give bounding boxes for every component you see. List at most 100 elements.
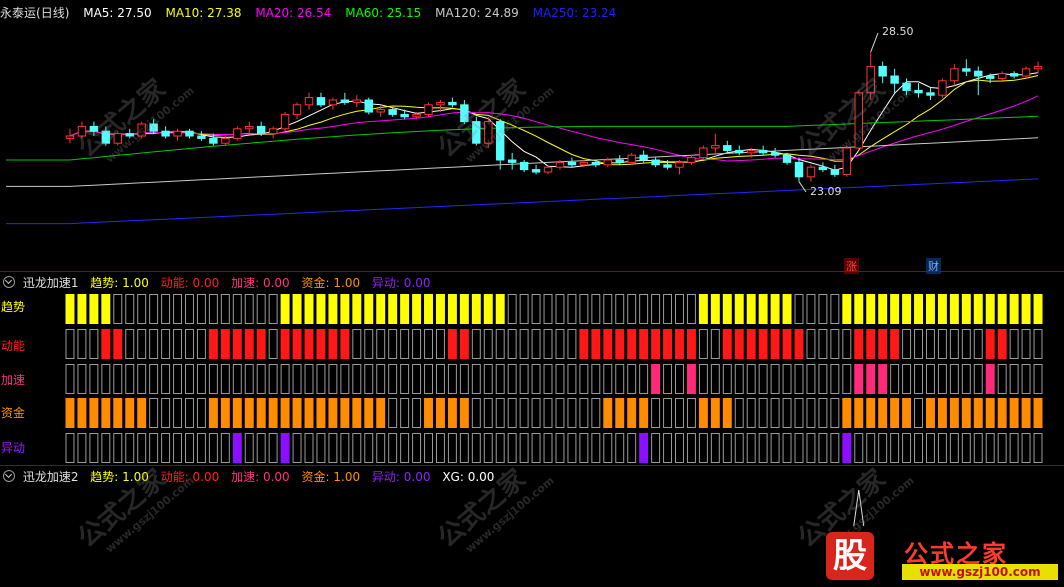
signal-bar: [137, 294, 147, 324]
signal-bar: [125, 364, 135, 394]
signal-bar: [555, 329, 565, 359]
signal-bar: [531, 433, 541, 463]
signal-bar: [973, 329, 983, 359]
candle-body: [352, 99, 362, 103]
site-logo: 股 公式之家 www.gszj100.com: [822, 532, 1062, 586]
signal-bar: [710, 294, 720, 324]
signal-bar: [949, 329, 959, 359]
candle-body: [567, 161, 577, 166]
signal-bar: [316, 433, 326, 463]
signal-bar: [495, 364, 505, 394]
panel2-stat-anomaly: 异动: 0.00: [371, 470, 431, 484]
signal-bar: [459, 433, 469, 463]
signal-bar: [185, 329, 194, 359]
signal-bar: [424, 294, 433, 324]
row-label-funds: 资金: [1, 406, 26, 420]
candlestick-chart: [6, 32, 1043, 527]
signal-bar: [208, 364, 218, 394]
signal-bar: [997, 364, 1007, 394]
signal-bar: [149, 294, 159, 324]
candle-body: [304, 97, 314, 106]
candle-body: [101, 130, 111, 144]
logo-url: www.gszj100.com: [902, 564, 1058, 580]
collapse-icon[interactable]: [3, 470, 15, 482]
signal-bar: [220, 364, 230, 394]
panel1-title[interactable]: 迅龙加速1: [23, 276, 79, 290]
signal-bar: [1033, 294, 1043, 324]
signal-bar: [125, 329, 135, 359]
signal-bar: [340, 294, 350, 324]
signal-bar: [890, 433, 900, 463]
candle-body: [221, 137, 230, 144]
signal-bar: [495, 329, 505, 359]
panel-divider-1[interactable]: [0, 271, 1064, 272]
signal-bar: [591, 294, 601, 324]
row-label-momentum: 动能: [1, 339, 26, 353]
signal-bar: [627, 294, 637, 324]
signal-bar: [710, 433, 720, 463]
signal-bar: [830, 433, 840, 463]
signal-bar: [101, 364, 111, 394]
signal-bar: [208, 433, 218, 463]
candle-body: [663, 164, 672, 168]
signal-bar: [328, 329, 338, 359]
signal-bar: [424, 433, 433, 463]
panel2-title[interactable]: 迅龙加速2: [23, 470, 79, 484]
signal-bar: [961, 329, 971, 359]
signal-bar: [914, 433, 923, 463]
signal-bar: [256, 294, 266, 324]
signal-bar: [567, 329, 577, 359]
signal-bar: [794, 329, 804, 359]
signal-bar: [818, 329, 828, 359]
signal-bar: [232, 433, 242, 463]
signal-bar: [340, 364, 350, 394]
signal-bar: [280, 433, 290, 463]
signal-bar: [316, 294, 326, 324]
signal-bar: [292, 364, 302, 394]
signal-bar: [280, 329, 290, 359]
signal-bar: [770, 329, 780, 359]
signal-bar: [663, 329, 673, 359]
signal-bar: [495, 294, 505, 324]
signal-bar: [627, 329, 637, 359]
signal-bar: [65, 329, 75, 359]
signal-bar: [663, 433, 673, 463]
candle-body: [197, 135, 206, 139]
signal-bar: [925, 398, 935, 428]
signal-bar: [973, 398, 983, 428]
candle-body: [149, 123, 158, 132]
signal-bar: [722, 329, 732, 359]
signal-bar: [878, 433, 888, 463]
signal-bar: [734, 398, 744, 428]
signal-bar: [125, 433, 135, 463]
signal-bar: [985, 294, 995, 324]
signal-bar: [304, 294, 314, 324]
signal-bar: [340, 433, 350, 463]
signal-bar: [782, 329, 792, 359]
signal-bar: [161, 364, 171, 394]
signal-bar: [698, 329, 708, 359]
signal-bar: [232, 364, 242, 394]
signal-bar: [758, 398, 768, 428]
candle-body: [806, 166, 816, 178]
signal-bar: [412, 398, 422, 428]
collapse-icon[interactable]: [3, 276, 15, 288]
signal-bar: [961, 433, 971, 463]
signal-bar: [137, 329, 147, 359]
signal-bar: [937, 364, 947, 394]
signal-bar: [161, 294, 171, 324]
candle-body: [997, 73, 1007, 79]
signal-bar: [459, 329, 469, 359]
candle-body: [519, 161, 529, 171]
signal-bar: [364, 364, 374, 394]
signal-bar: [208, 398, 218, 428]
signal-bar: [173, 433, 183, 463]
signal-bar: [208, 294, 218, 324]
panel-divider-2[interactable]: [0, 465, 1064, 466]
signal-bar: [746, 329, 756, 359]
signal-bar: [663, 398, 673, 428]
signal-bar: [710, 364, 720, 394]
candle-body: [627, 154, 636, 163]
signal-bar: [842, 294, 852, 324]
stock-name[interactable]: 永泰运: [0, 6, 36, 20]
